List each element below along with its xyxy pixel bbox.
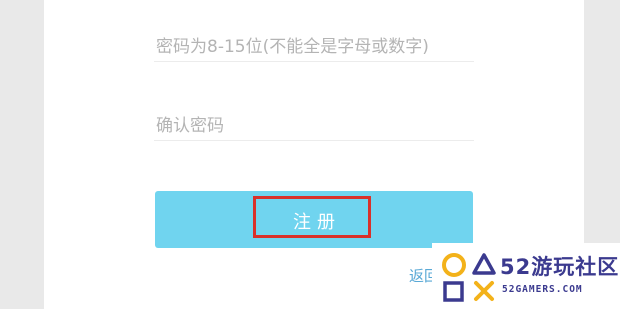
- confirm-password-input[interactable]: [154, 111, 474, 141]
- watermark-brand: 52游玩社区: [500, 255, 620, 279]
- watermark-logo: 52游玩社区 52GAMERS.COM: [432, 243, 620, 309]
- password-input[interactable]: [154, 32, 474, 62]
- registration-screen: 注册 返回 52游玩社区 52GAMERS.COM: [0, 0, 620, 309]
- highlight-annotation: [253, 196, 371, 238]
- watermark-domain: 52GAMERS.COM: [502, 284, 583, 295]
- gamepad-symbols-icon: [442, 253, 496, 302]
